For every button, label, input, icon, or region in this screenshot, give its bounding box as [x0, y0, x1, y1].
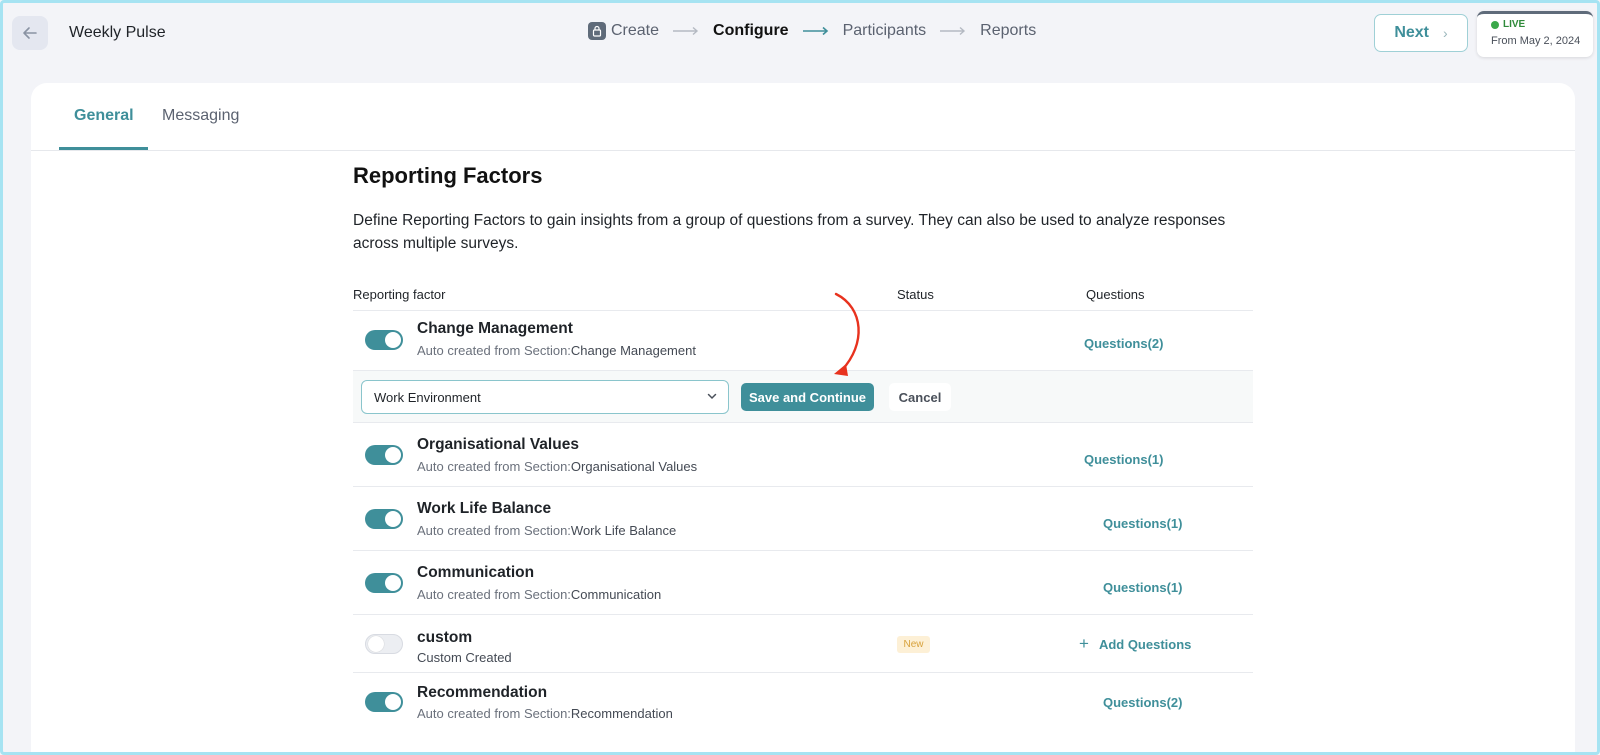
arrow-left-icon — [23, 27, 37, 39]
step-reports[interactable]: Reports — [980, 22, 1036, 40]
factor-name: Communication — [417, 564, 535, 581]
next-label: Next — [1394, 24, 1429, 41]
arrow-right-icon — [940, 26, 966, 36]
cancel-button[interactable]: Cancel — [889, 383, 951, 411]
questions-link[interactable]: Questions(1) — [1103, 580, 1182, 595]
step-label: Configure — [713, 22, 789, 39]
add-questions-button[interactable]: + Add Questions — [1079, 634, 1191, 654]
questions-link[interactable]: Questions(1) — [1103, 516, 1182, 531]
save-and-continue-button[interactable]: Save and Continue — [741, 383, 874, 411]
factor-name: Recommendation — [417, 684, 548, 701]
factor-toggle[interactable] — [365, 445, 403, 465]
tab-general[interactable]: General — [74, 107, 134, 125]
settings-card: General Messaging Reporting Factors Defi… — [31, 83, 1575, 755]
add-questions-label: Add Questions — [1098, 636, 1192, 652]
factor-source: Auto created from Section:Change Managem… — [417, 343, 696, 358]
factor-name: Organisational Values — [417, 436, 579, 453]
table-row: custom Custom Created New + Add Question… — [353, 615, 1253, 673]
table-row: Organisational Values Auto created from … — [353, 423, 1253, 487]
table-row: Communication Auto created from Section:… — [353, 551, 1253, 615]
status-badge: New — [897, 636, 930, 653]
factor-toggle[interactable] — [365, 509, 403, 529]
section-description: Define Reporting Factors to gain insight… — [353, 212, 1226, 252]
step-label: Create — [611, 22, 660, 39]
factor-source: Auto created from Section:Work Life Bala… — [417, 523, 677, 538]
factor-name: Work Life Balance — [417, 500, 552, 517]
live-status-card: LIVE From May 2, 2024 — [1477, 11, 1593, 57]
step-configure[interactable]: Configure — [713, 22, 789, 40]
table-row: Work Life Balance Auto created from Sect… — [353, 487, 1253, 551]
arrow-right-icon — [673, 26, 699, 36]
factor-select[interactable]: Work Environment — [361, 380, 729, 414]
next-button[interactable]: Next › — [1374, 14, 1468, 52]
reporting-factors-section: Reporting Factors Define Reporting Facto… — [353, 163, 1253, 255]
step-create[interactable]: Create — [588, 22, 659, 40]
step-label: Participants — [842, 22, 927, 39]
questions-link[interactable]: Questions(1) — [1084, 452, 1163, 467]
section-title: Reporting Factors — [353, 163, 543, 188]
factor-edit-row: Work Environment Save and Continue Cance… — [353, 371, 1253, 423]
live-date: From May 2, 2024 — [1491, 35, 1581, 47]
tab-bar: General Messaging — [31, 83, 1575, 151]
factor-name: custom — [417, 629, 473, 646]
chevron-right-icon: › — [1443, 25, 1448, 41]
factor-toggle[interactable] — [365, 692, 403, 712]
factor-toggle[interactable] — [365, 573, 403, 593]
factor-toggle[interactable] — [365, 330, 403, 350]
factor-source: Custom Created — [417, 650, 512, 665]
factor-source: Auto created from Section:Recommendation — [417, 706, 673, 721]
questions-link[interactable]: Questions(2) — [1084, 336, 1163, 351]
col-questions: Questions — [1086, 287, 1145, 302]
col-reporting-factor: Reporting factor — [353, 287, 446, 302]
arrow-right-icon — [802, 26, 828, 36]
live-dot-icon — [1491, 20, 1499, 29]
survey-title: Weekly Pulse — [69, 24, 166, 41]
factor-source: Auto created from Section:Communication — [417, 587, 662, 602]
table-row: Recommendation Auto created from Section… — [353, 673, 1253, 737]
live-label: LIVE — [1503, 19, 1526, 30]
questions-link[interactable]: Questions(2) — [1103, 695, 1182, 710]
step-progress: Create Configure Participants Reports — [588, 22, 1036, 40]
back-button[interactable] — [12, 16, 48, 50]
lock-icon — [588, 22, 606, 40]
select-value: Work Environment — [374, 390, 481, 405]
factor-source: Auto created from Section:Organisational… — [417, 459, 698, 474]
col-status: Status — [897, 287, 934, 302]
tab-messaging[interactable]: Messaging — [162, 107, 239, 125]
plus-icon: + — [1079, 634, 1089, 653]
step-label: Reports — [980, 22, 1037, 39]
annotation-arrow-icon — [834, 292, 860, 376]
factor-toggle[interactable] — [365, 634, 403, 654]
factor-name: Change Management — [417, 320, 573, 337]
table-row: Change Management Auto created from Sect… — [353, 311, 1253, 371]
table-header: Reporting factor Status Questions — [353, 287, 1253, 311]
active-tab-indicator — [59, 147, 148, 150]
chevron-down-icon — [707, 393, 717, 400]
step-participants[interactable]: Participants — [843, 22, 927, 40]
